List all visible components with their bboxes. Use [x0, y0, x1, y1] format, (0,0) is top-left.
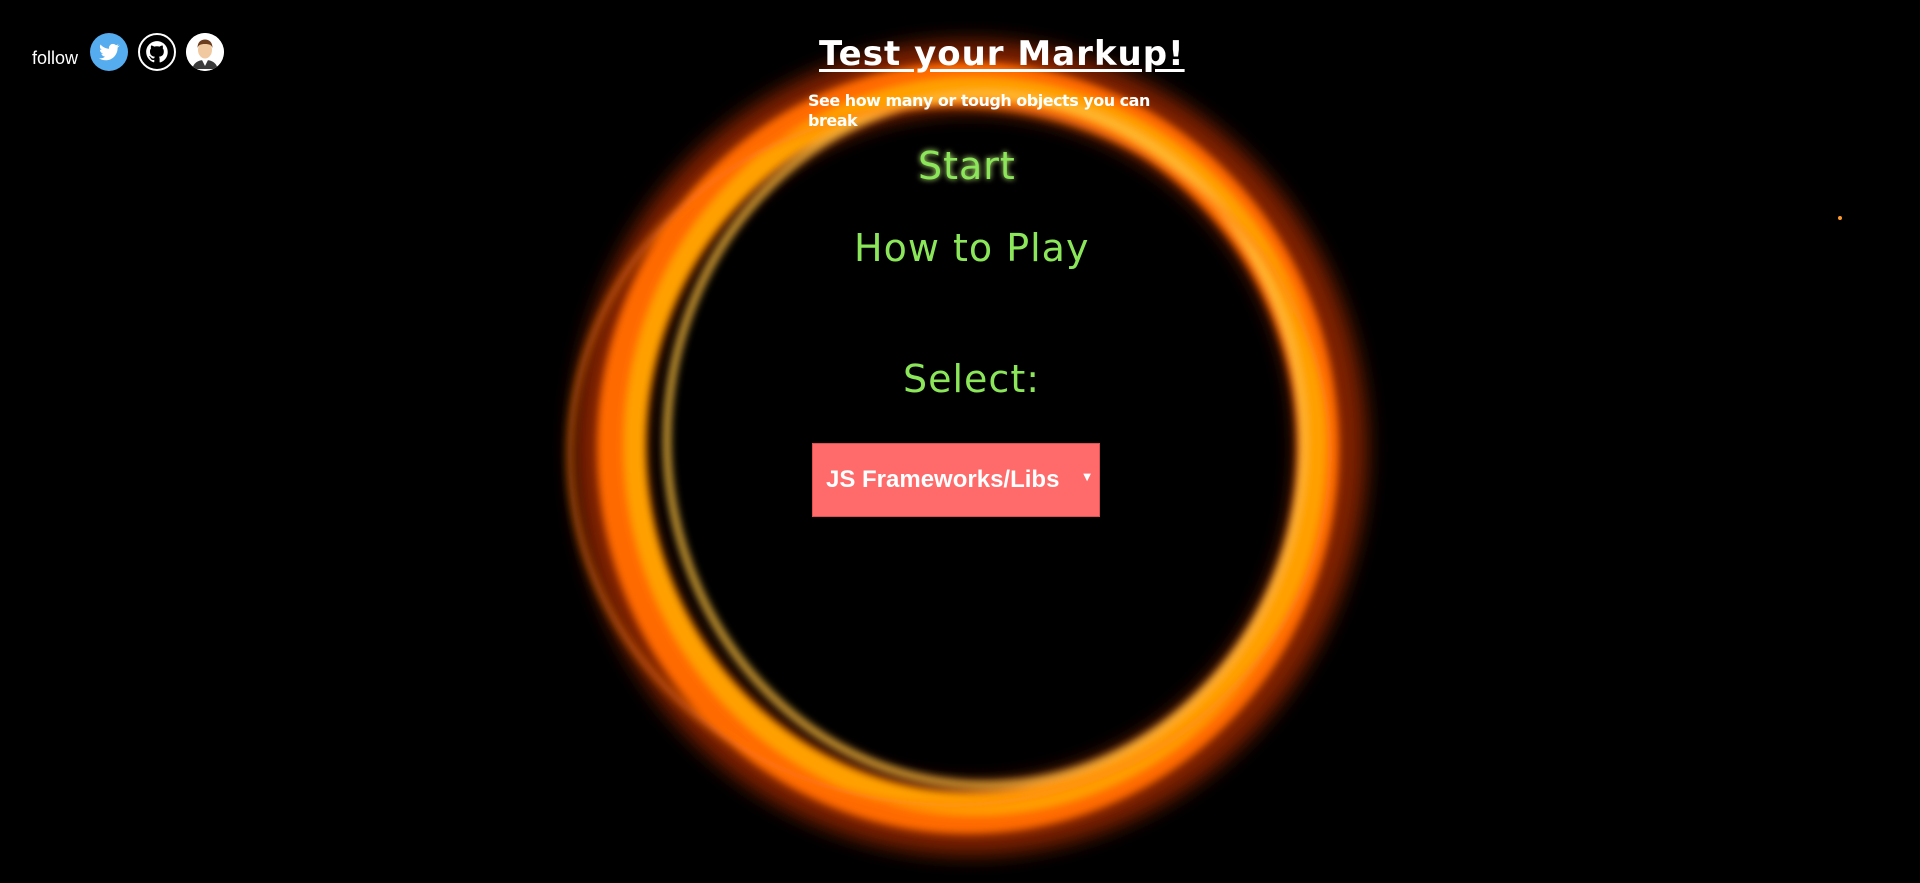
- select-label: Select:: [903, 357, 1041, 401]
- profile-face-glyph: [186, 33, 225, 71]
- twitter-icon[interactable]: [90, 33, 129, 71]
- github-octocat-glyph: [146, 41, 168, 63]
- fire-ring-decoration: [567, 41, 1842, 855]
- category-select-value: JS Frameworks/Libs: [826, 466, 1060, 493]
- chevron-down-icon: ▼: [1083, 472, 1091, 483]
- github-icon[interactable]: [138, 33, 177, 71]
- follow-label: follow: [32, 47, 79, 68]
- follow-bar: follow: [32, 33, 225, 71]
- start-button[interactable]: Start: [918, 144, 1016, 188]
- page-title: Test your Markup!: [819, 34, 1185, 74]
- category-select[interactable]: JS Frameworks/Libs ▼: [812, 443, 1100, 517]
- twitter-bird-glyph: [99, 43, 120, 61]
- page-subtitle: See how many or tough objects you can br…: [808, 91, 1150, 130]
- game-stage: follow Test your Markup! See how many or…: [0, 0, 1920, 883]
- how-to-play-button[interactable]: How to Play: [854, 226, 1089, 270]
- avatar-icon[interactable]: [186, 33, 225, 71]
- ember-dot: [1838, 216, 1842, 220]
